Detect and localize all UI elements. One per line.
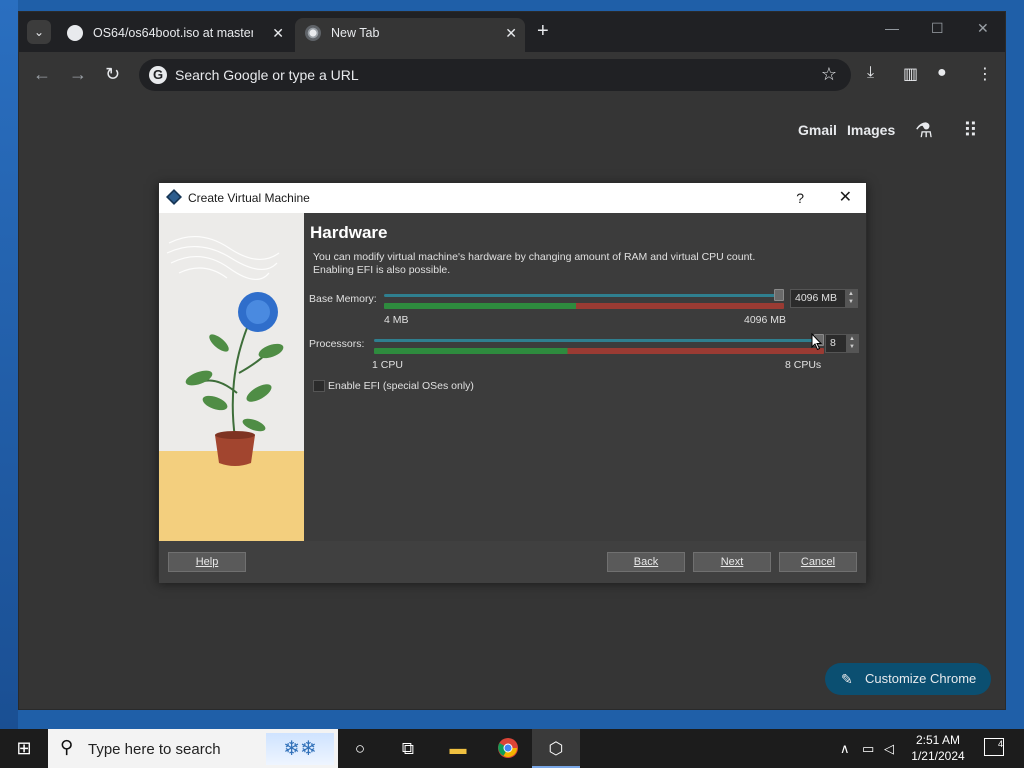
clock-date: 1/21/2024 [911,749,965,763]
browser-toolbar: ← → ↻ G ☆ ⤓ ▥ ● ⋮ [19,52,1005,98]
hardware-page: Hardware You can modify virtual machine'… [304,213,866,541]
task-view-icon[interactable]: ⧉ [384,729,432,768]
taskbar-search[interactable]: ⚲ ❄❄ [48,729,338,768]
processors-spinbox[interactable]: 8 ▲ ▼ [825,334,859,353]
tab-strip: ⌄ OS64/os64boot.iso at master · ✕ New Ta… [19,12,1005,52]
spin-arrows-icon[interactable]: ▲ ▼ [845,290,857,307]
memory-value: 4096 MB [795,292,838,304]
volume-muted-icon[interactable]: ◁ [884,741,894,757]
address-bar[interactable]: G ☆ [139,59,851,91]
gmail-link[interactable]: Gmail [798,122,837,138]
taskbar-search-input[interactable] [88,739,268,759]
images-link[interactable]: Images [847,122,895,138]
slider-scale [374,348,824,354]
processors-value: 8 [830,337,836,349]
slider-groove [374,339,824,342]
back-arrow-icon[interactable]: ← [33,64,51,84]
bookmark-star-icon[interactable]: ☆ [821,64,837,85]
page-title: Hardware [310,223,388,242]
system-clock[interactable]: 2:51 AM 1/21/2024 [905,732,971,764]
mouse-cursor-icon [811,333,823,351]
tab-new-tab[interactable]: New Tab ✕ [295,18,525,52]
slider-handle[interactable] [774,289,784,301]
customize-chrome-button[interactable]: ✎ Customize Chrome [825,663,991,695]
notification-count: 4 [997,739,1003,749]
cancel-button[interactable]: Cancel [779,552,857,572]
tab-github[interactable]: OS64/os64boot.iso at master · ✕ [57,18,292,52]
menu-icon[interactable]: ⋮ [977,64,993,84]
slider-groove [384,294,784,297]
tab-title: OS64/os64boot.iso at master · [93,26,253,40]
apps-grid-icon[interactable]: ⠿ [963,118,978,143]
desktop-background [0,0,18,730]
enable-efi-checkbox[interactable] [313,380,325,392]
enable-efi-label[interactable]: Enable EFI (special OSes only) [328,380,474,392]
processors-min-label: 1 CPU [372,359,403,371]
address-input[interactable] [175,65,775,85]
search-icon: ⚲ [60,737,74,757]
tab-close-icon[interactable]: ✕ [505,18,517,48]
plant-illustration [159,213,304,541]
dialog-title: Create Virtual Machine [188,191,310,205]
notification-center-icon[interactable]: 4 [984,738,1004,756]
snowflake-icon: ❄❄ [266,733,334,765]
virtualbox-taskbar-icon[interactable]: ⬡ [532,729,580,768]
chrome-taskbar-icon[interactable] [484,729,532,768]
dialog-button-bar: Help Back Next Cancel [159,541,866,583]
side-panel-icon[interactable]: ▥ [903,64,918,84]
memory-spinbox[interactable]: 4096 MB ▲ ▼ [790,289,858,308]
next-button[interactable]: Next [693,552,771,572]
memory-max-label: 4096 MB [744,314,787,326]
processors-label: Processors: [309,338,365,350]
download-icon[interactable]: ⤓ [867,64,874,82]
base-memory-label: Base Memory: [309,293,377,305]
maximize-button[interactable]: ☐ [931,20,944,37]
chrome-logo-icon [498,738,518,758]
plant-drawing [159,235,304,541]
network-icon[interactable]: ▭ [862,741,874,757]
dialog-close-icon[interactable]: ✕ [839,183,852,213]
chevron-up-icon[interactable]: ∧ [840,741,850,757]
base-memory-slider[interactable] [384,289,784,309]
create-vm-dialog: Create Virtual Machine ? ✕ Hardware You … [158,182,867,583]
tab-close-icon[interactable]: ✕ [272,18,284,48]
back-button[interactable]: Back [607,552,685,572]
google-icon: G [149,66,167,84]
file-explorer-icon[interactable]: ▬ [434,729,482,768]
windows-start-icon[interactable]: ⊞ [0,729,48,768]
profile-icon[interactable]: ● [937,64,947,82]
chrome-icon [305,25,321,41]
github-icon [67,25,83,41]
minimize-button[interactable]: — [885,20,899,36]
help-question-icon[interactable]: ? [796,183,804,213]
processors-slider[interactable] [374,334,824,354]
virtualbox-icon [166,189,182,205]
dialog-titlebar: Create Virtual Machine ? ✕ [159,183,866,213]
tab-search-button[interactable]: ⌄ [27,20,51,44]
reload-icon[interactable]: ↻ [105,64,120,84]
tab-title: New Tab [331,26,380,40]
page-description: You can modify virtual machine's hardwar… [313,251,756,276]
forward-arrow-icon[interactable]: → [69,64,87,84]
spin-arrows-icon[interactable]: ▲ ▼ [846,335,858,352]
cortana-icon[interactable]: ○ [336,729,384,768]
pencil-icon: ✎ [841,671,853,687]
processors-max-label: 8 CPUs [785,359,822,371]
memory-min-label: 4 MB [384,314,409,326]
customize-label: Customize Chrome [865,671,977,686]
window-close-button[interactable]: ✕ [977,20,989,37]
clock-time: 2:51 AM [915,733,961,747]
labs-flask-icon[interactable]: ⚗ [915,118,933,143]
new-tab-button[interactable]: + [537,20,549,42]
slider-scale [384,303,784,309]
windows-taskbar: ⊞ ⚲ ❄❄ ○ ⧉ ▬ ⬡ ∧ ▭ ◁ 2:51 AM 1/21/2024 4 [0,729,1024,768]
help-button[interactable]: Help [168,552,246,572]
